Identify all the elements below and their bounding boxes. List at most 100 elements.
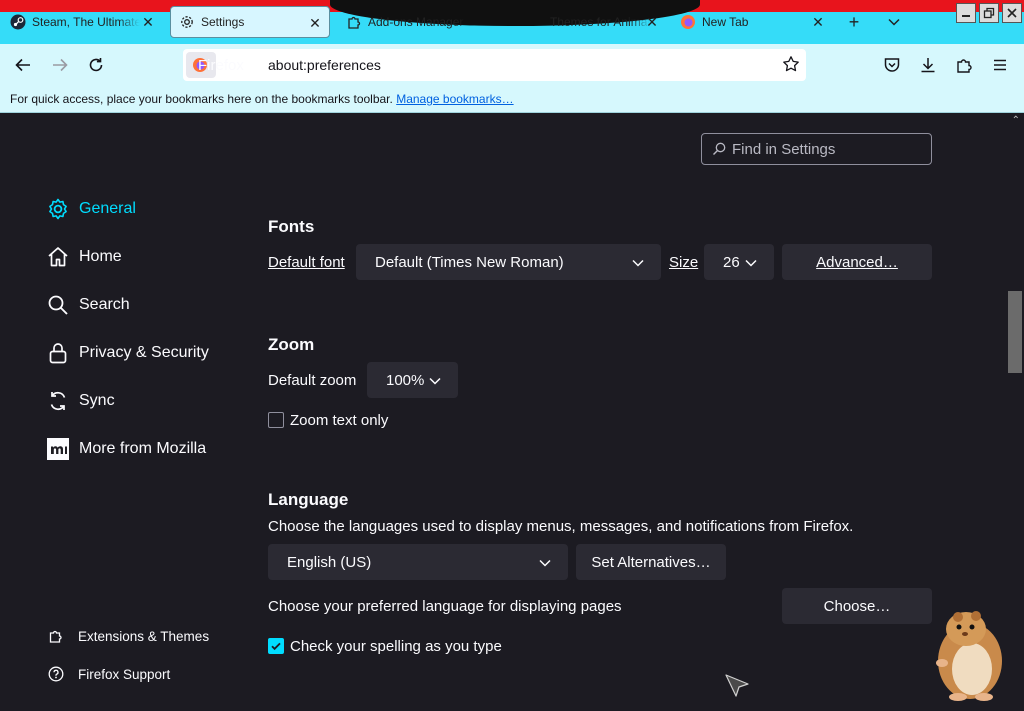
default-font-select[interactable]: Default (Times New Roman) <box>356 244 661 280</box>
close-tab-icon[interactable]: ✕ <box>140 14 156 30</box>
identity-box[interactable]: Firefox <box>186 52 244 78</box>
identity-label: Firefox <box>198 56 244 74</box>
downloads-button[interactable] <box>917 54 939 76</box>
sidebar-item-label: Home <box>79 248 122 265</box>
default-font-value: Default (Times New Roman) <box>375 253 564 271</box>
sync-icon <box>46 389 70 413</box>
page-scrollbar[interactable]: ⌃ <box>1006 113 1024 711</box>
tab-steam[interactable]: Steam, The Ultimate Online Game Platform… <box>2 6 162 38</box>
new-tab-button[interactable]: + <box>844 12 864 32</box>
sidebar-item-general[interactable]: General <box>46 194 136 224</box>
language-description: Choose the languages used to display men… <box>268 518 854 535</box>
puzzle-icon <box>48 628 64 644</box>
scrollbar-thumb[interactable] <box>1008 291 1022 373</box>
bookmarks-empty-message: For quick access, place your bookmarks h… <box>10 92 393 106</box>
sidebar-item-search[interactable]: Search <box>46 290 130 320</box>
default-font-label-text: Default font <box>268 254 345 271</box>
scroll-up-icon[interactable]: ⌃ <box>1012 115 1020 126</box>
mouse-cursor <box>724 673 750 699</box>
back-button[interactable] <box>12 54 34 76</box>
tab-themes[interactable]: Themes for Animate ✕ <box>506 6 666 38</box>
plus-icon: + <box>848 11 860 32</box>
zoom-text-only-checkbox[interactable] <box>268 412 284 428</box>
zoom-heading: Zoom <box>268 335 315 354</box>
restore-button[interactable] <box>979 3 999 23</box>
sidebar-item-privacy[interactable]: Privacy & Security <box>46 338 209 368</box>
sidebar-extensions-themes[interactable]: Extensions & Themes <box>48 625 209 647</box>
sidebar-item-more-from-mozilla[interactable]: More from Mozilla <box>46 434 206 464</box>
reload-icon <box>89 58 103 72</box>
pocket-button[interactable] <box>881 54 903 76</box>
hamburger-icon <box>994 59 1006 71</box>
tab-title: Settings <box>201 15 245 29</box>
spellcheck-label[interactable]: Check your spelling as you type <box>290 638 502 655</box>
steam-icon <box>10 14 26 30</box>
choose-language-label: Choose… <box>823 597 891 615</box>
restore-icon <box>983 7 995 19</box>
default-zoom-label: Default zoom <box>268 372 357 389</box>
puzzle-icon <box>957 59 972 73</box>
pocket-icon <box>884 58 900 72</box>
search-icon <box>713 142 726 155</box>
sidebar-item-label: General <box>79 200 136 217</box>
extensions-button[interactable] <box>953 54 975 76</box>
sidebar-firefox-support[interactable]: Firefox Support <box>48 663 170 685</box>
close-tab-icon[interactable]: ✕ <box>810 14 826 30</box>
chevron-down-icon <box>429 377 441 385</box>
home-icon <box>46 245 70 269</box>
chevron-down-icon <box>888 18 900 26</box>
gear-icon <box>179 14 195 30</box>
default-zoom-value: 100% <box>386 371 425 389</box>
sidebar-item-sync[interactable]: Sync <box>46 386 115 416</box>
tab-new-tab[interactable]: New Tab ✕ <box>672 6 832 38</box>
forward-button[interactable] <box>49 54 71 76</box>
sidebar-footer-label: Firefox Support <box>78 666 171 682</box>
reload-button[interactable] <box>85 54 107 76</box>
mozilla-icon <box>46 437 70 461</box>
choose-language-button[interactable]: Choose… <box>782 588 932 624</box>
advanced-fonts-button[interactable]: Advanced… <box>782 244 932 280</box>
language-select[interactable]: English (US) <box>268 544 568 580</box>
search-placeholder: Find in Settings <box>732 140 836 158</box>
arrow-left-icon <box>15 58 30 72</box>
fonts-heading: Fonts <box>268 217 315 236</box>
tab-addons[interactable]: Add-ons Manager <box>338 6 498 38</box>
close-tab-icon[interactable]: ✕ <box>307 15 323 31</box>
language-heading: Language <box>268 490 349 509</box>
default-zoom-select[interactable]: 100% <box>367 362 458 398</box>
close-tab-icon[interactable]: ✕ <box>644 14 660 30</box>
tab-settings[interactable]: Settings ✕ <box>170 6 330 38</box>
sidebar-item-label: More from Mozilla <box>79 440 207 457</box>
chevron-down-icon <box>745 259 757 267</box>
help-icon <box>48 666 64 682</box>
minimize-button[interactable] <box>956 3 976 23</box>
tab-title: Add-ons Manager <box>368 15 464 29</box>
tab-title: Themes for Animate <box>550 15 650 29</box>
sidebar-item-home[interactable]: Home <box>46 242 122 272</box>
url-text[interactable]: about:preferences <box>268 57 381 73</box>
font-size-select[interactable]: 26 <box>704 244 774 280</box>
firefox-icon <box>680 14 696 30</box>
manage-bookmarks-link[interactable]: Manage bookmarks… <box>396 92 513 106</box>
sidebar-item-label: Search <box>79 296 130 313</box>
spellcheck-checkbox[interactable] <box>268 638 284 654</box>
sidebar-item-label: Sync <box>79 392 115 409</box>
close-window-button[interactable] <box>1002 3 1022 23</box>
default-font-label: Default font <box>268 254 345 271</box>
url-bar[interactable]: Firefox about:preferences <box>183 49 806 81</box>
gear-icon <box>46 197 70 221</box>
font-size-value: 26 <box>723 253 740 271</box>
bookmarks-toolbar: For quick access, place your bookmarks h… <box>0 86 1024 113</box>
set-alternatives-button[interactable]: Set Alternatives… <box>576 544 726 580</box>
minimize-icon <box>962 15 970 17</box>
bookmark-star-icon[interactable] <box>782 55 800 73</box>
find-in-settings-input[interactable]: Find in Settings <box>701 133 932 165</box>
advanced-fonts-label: Advanced… <box>816 253 898 271</box>
page-language-description: Choose your preferred language for displ… <box>268 598 622 615</box>
app-menu-button[interactable] <box>989 54 1011 76</box>
lock-icon <box>46 341 70 365</box>
zoom-text-only-label[interactable]: Zoom text only <box>290 412 388 429</box>
list-all-tabs-button[interactable] <box>884 12 904 32</box>
download-icon <box>921 58 935 73</box>
size-label: Size <box>669 254 698 271</box>
